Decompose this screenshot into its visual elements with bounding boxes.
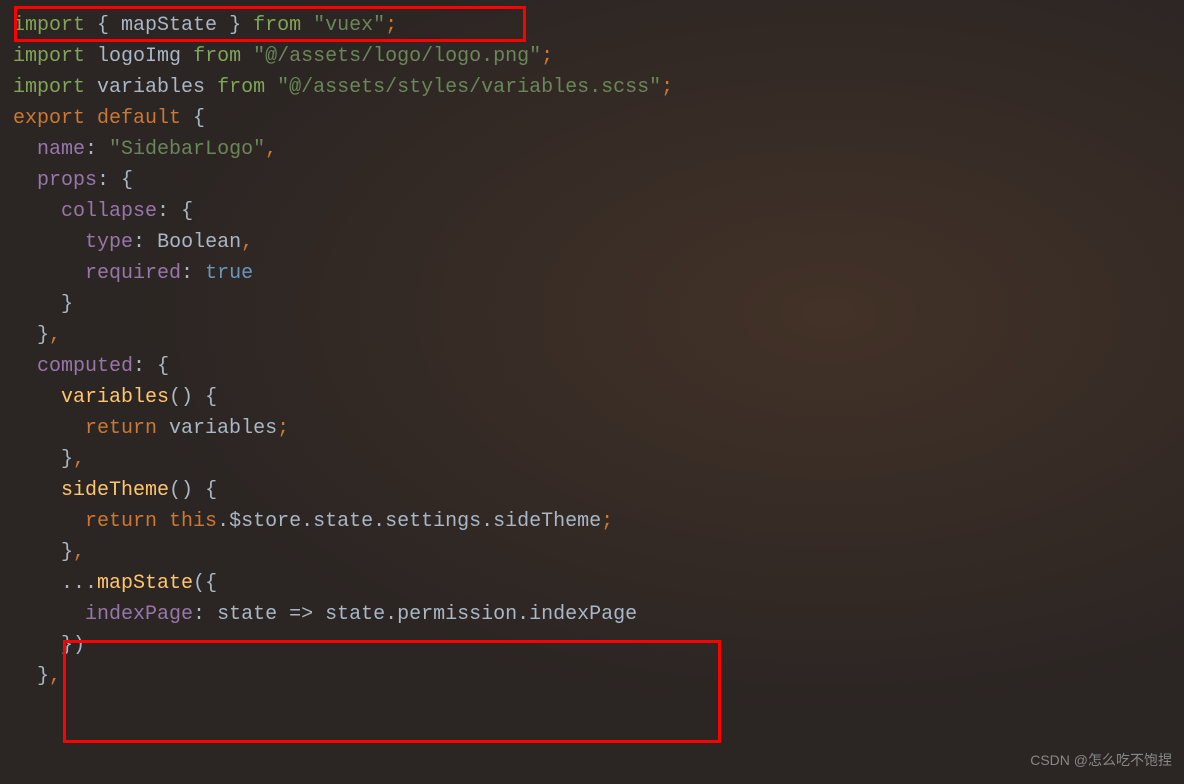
code-line: }, — [0, 661, 1184, 692]
code-line: ...mapState({ — [0, 568, 1184, 599]
code-line: props: { — [0, 165, 1184, 196]
code-editor[interactable]: import { mapState } from "vuex"; import … — [0, 0, 1184, 692]
code-line: }, — [0, 320, 1184, 351]
code-line: import variables from "@/assets/styles/v… — [0, 72, 1184, 103]
code-line: }) — [0, 630, 1184, 661]
code-line: return variables; — [0, 413, 1184, 444]
watermark-text: CSDN @怎么吃不饱捏 — [1030, 745, 1172, 776]
code-line: variables() { — [0, 382, 1184, 413]
code-line: name: "SidebarLogo", — [0, 134, 1184, 165]
code-line: export default { — [0, 103, 1184, 134]
code-line: indexPage: state => state.permission.ind… — [0, 599, 1184, 630]
code-line: sideTheme() { — [0, 475, 1184, 506]
code-line: computed: { — [0, 351, 1184, 382]
code-line: } — [0, 289, 1184, 320]
code-line: required: true — [0, 258, 1184, 289]
code-line: import { mapState } from "vuex"; — [0, 10, 1184, 41]
code-line: }, — [0, 444, 1184, 475]
code-line: collapse: { — [0, 196, 1184, 227]
code-line: type: Boolean, — [0, 227, 1184, 258]
code-line: import logoImg from "@/assets/logo/logo.… — [0, 41, 1184, 72]
code-line: return this.$store.state.settings.sideTh… — [0, 506, 1184, 537]
code-line: }, — [0, 537, 1184, 568]
